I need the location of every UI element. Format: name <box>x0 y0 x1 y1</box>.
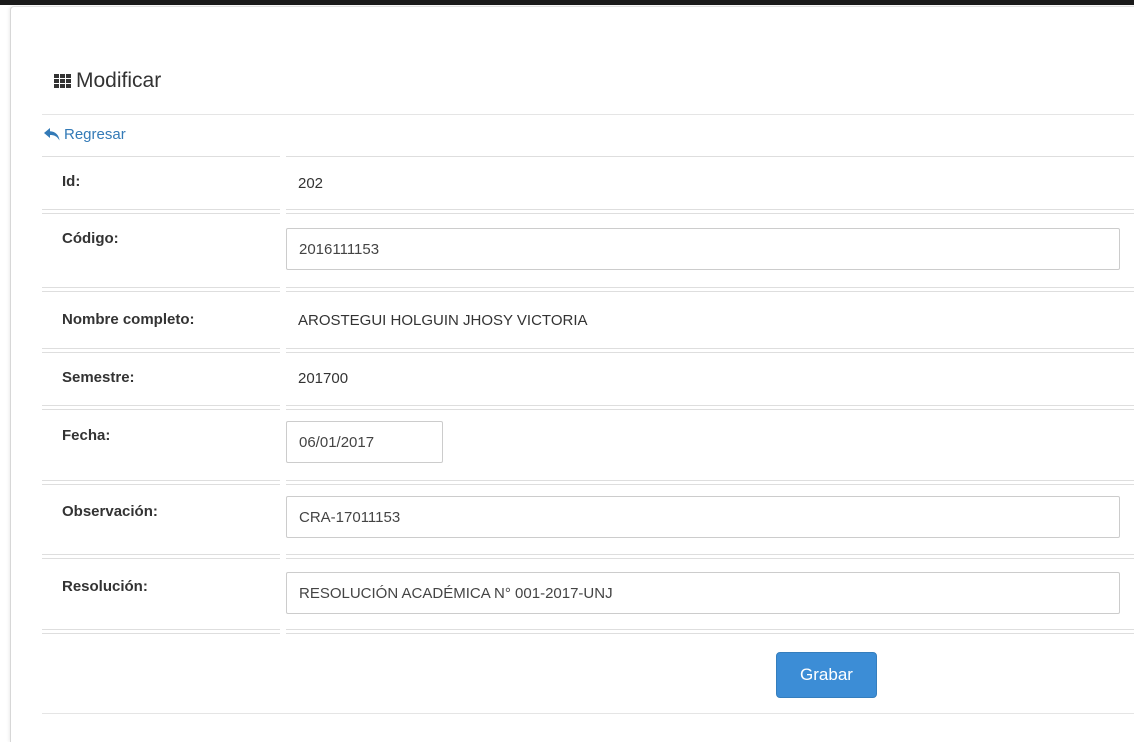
row-divider <box>42 558 280 559</box>
row-divider <box>286 629 1134 630</box>
codigo-label: Código: <box>62 230 119 247</box>
row-divider <box>42 409 280 410</box>
save-button[interactable]: Grabar <box>776 652 877 698</box>
row-divider <box>286 352 1134 353</box>
page-title: Modificar <box>54 66 161 96</box>
row-divider <box>42 156 280 157</box>
row-divider <box>286 633 1134 634</box>
semestre-value: 201700 <box>298 370 349 387</box>
row-divider <box>42 352 280 353</box>
row-divider <box>286 558 1134 559</box>
th-grid-icon <box>54 74 71 88</box>
semestre-label: Semestre: <box>62 369 135 386</box>
window-top-border <box>0 0 1134 5</box>
codigo-field[interactable] <box>286 228 1120 270</box>
row-divider <box>286 209 1134 210</box>
nombre-label: Nombre completo: <box>62 311 195 328</box>
row-divider <box>42 213 280 214</box>
id-label: Id: <box>62 173 81 190</box>
row-divider <box>42 287 280 288</box>
reply-arrow-icon <box>44 127 60 140</box>
resolucion-field[interactable] <box>286 572 1120 614</box>
row-divider <box>42 291 280 292</box>
row-divider <box>286 287 1134 288</box>
row-divider <box>42 348 280 349</box>
footer-divider <box>42 713 1134 714</box>
observacion-field[interactable] <box>286 496 1120 538</box>
row-divider <box>42 633 280 634</box>
row-divider <box>42 629 280 630</box>
row-divider <box>42 405 280 406</box>
row-divider <box>42 209 280 210</box>
row-divider <box>286 213 1134 214</box>
fecha-field[interactable] <box>286 421 443 463</box>
row-divider <box>286 291 1134 292</box>
row-divider <box>286 405 1134 406</box>
row-divider <box>286 554 1134 555</box>
observacion-label: Observación: <box>62 503 158 520</box>
title-divider <box>42 114 1134 115</box>
back-link[interactable]: Regresar <box>44 124 126 144</box>
row-divider <box>286 348 1134 349</box>
nombre-value: AROSTEGUI HOLGUIN JHOSY VICTORIA <box>298 312 588 329</box>
fecha-label: Fecha: <box>62 427 111 444</box>
row-divider <box>286 484 1134 485</box>
row-divider <box>286 409 1134 410</box>
row-divider <box>286 480 1134 481</box>
resolucion-label: Resolución: <box>62 578 148 595</box>
row-divider <box>42 554 280 555</box>
row-divider <box>42 484 280 485</box>
row-divider <box>286 156 1134 157</box>
id-value: 202 <box>298 175 324 192</box>
back-link-label: Regresar <box>64 125 126 143</box>
row-divider <box>42 480 280 481</box>
page-title-text: Modificar <box>76 69 162 92</box>
form-panel <box>10 6 1134 742</box>
